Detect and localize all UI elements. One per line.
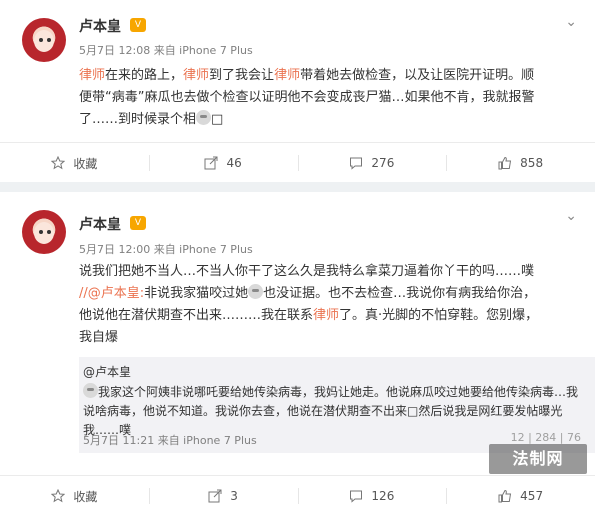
avatar[interactable] bbox=[22, 210, 66, 254]
author-name[interactable]: 卢本皇 bbox=[79, 214, 121, 234]
like-button[interactable]: 858 bbox=[446, 143, 595, 183]
highlight-keyword: 律师 bbox=[183, 68, 210, 83]
author-name[interactable]: 卢本皇 bbox=[79, 16, 121, 36]
post-meta: 5月7日 12:08 来自 iPhone 7 Plus bbox=[79, 44, 253, 57]
quoted-meta: 5月7日 11:21 来自 iPhone 7 Plus bbox=[83, 434, 257, 447]
thumbs-up-icon bbox=[498, 156, 512, 170]
favorite-button[interactable]: 收藏 bbox=[0, 143, 149, 183]
highlight-keyword: 律师 bbox=[274, 68, 301, 83]
post-text: 律师在来的路上，律师到了我会让律师带着她去做检查，以及让医院开证明。顺 便带“病… bbox=[79, 65, 579, 131]
quoted-author-link[interactable]: @卢本皇 bbox=[83, 363, 131, 380]
repost-button[interactable]: 46 bbox=[148, 143, 298, 183]
emoji-icon bbox=[83, 383, 98, 398]
text-segment: 在来的路上， bbox=[105, 68, 184, 83]
star-icon bbox=[51, 156, 66, 170]
repost-button[interactable]: 3 bbox=[148, 476, 298, 516]
post-text-line-3: 了……到时候录个相 □ bbox=[79, 110, 224, 127]
vip-badge-icon: V bbox=[130, 18, 146, 32]
post-card-1: 卢本皇 V 5月7日 12:08 来自 iPhone 7 Plus ⌄ 律师在来… bbox=[0, 0, 595, 182]
like-button[interactable]: 457 bbox=[446, 476, 595, 516]
text-segment: 带着她去做检查，以及让医院开证明。顺 bbox=[300, 68, 535, 83]
post-text: 说我们把她不当人…不当人你干了这么久是我特么拿菜刀逼着你丫干的吗……噗 //@卢… bbox=[79, 261, 579, 349]
star-icon bbox=[51, 489, 66, 503]
mention-link[interactable]: //@卢本皇: bbox=[79, 286, 144, 301]
post-text-line-3: 他说他在潜伏期查不出来………我在联系律师了。真·光脚的不怕穿鞋。您别爆， bbox=[79, 308, 539, 323]
quoted-stats: 12 | 284 | 76 bbox=[510, 431, 581, 444]
post-card-2: 卢本皇 V 5月7日 12:00 来自 iPhone 7 Plus ⌄ 说我们把… bbox=[0, 192, 595, 516]
post-text-line-1: 说我们把她不当人…不当人你干了这么久是我特么拿菜刀逼着你丫干的吗……噗 bbox=[79, 264, 535, 279]
watermark-logo: 法制网 bbox=[489, 444, 587, 474]
thumbs-up-icon bbox=[498, 489, 512, 503]
post-text-line-2: 便带“病毒”麻瓜也去做个检查以证明他不会变成丧尸猫…如果他不肯，我就报警 bbox=[79, 90, 535, 105]
share-icon bbox=[208, 489, 222, 503]
emoji-icon bbox=[248, 284, 264, 299]
comment-icon bbox=[350, 490, 363, 503]
post-text-line-2: //@卢本皇:非说我家猫咬过她 也没证据。也不去检查…我说你有病我给你治， bbox=[79, 284, 537, 301]
emoji-icon bbox=[196, 110, 212, 125]
quoted-post[interactable]: @卢本皇 我家这个阿姨非说哪吒要给她传染病毒，我妈让她走。他说麻瓜咬过她要给他传… bbox=[79, 357, 595, 453]
comment-icon bbox=[350, 157, 363, 170]
text-segment: 到了我会让 bbox=[209, 68, 275, 83]
post-text-line-4: 我自爆 bbox=[79, 330, 119, 345]
action-bar: 收藏 46 276 858 bbox=[0, 142, 595, 183]
comment-button[interactable]: 126 bbox=[297, 476, 447, 516]
avatar[interactable] bbox=[22, 18, 66, 62]
comment-button[interactable]: 276 bbox=[297, 143, 447, 183]
vip-badge-icon: V bbox=[130, 216, 146, 230]
favorite-button[interactable]: 收藏 bbox=[0, 476, 149, 516]
action-bar: 收藏 3 126 457 bbox=[0, 475, 595, 516]
chevron-down-icon[interactable]: ⌄ bbox=[565, 208, 577, 224]
share-icon bbox=[204, 156, 218, 170]
chevron-down-icon[interactable]: ⌄ bbox=[565, 14, 577, 30]
post-text-line-1: 律师在来的路上，律师到了我会让律师带着她去做检查，以及让医院开证明。顺 bbox=[79, 65, 579, 87]
post-meta: 5月7日 12:00 来自 iPhone 7 Plus bbox=[79, 243, 253, 256]
highlight-keyword: 律师 bbox=[79, 68, 106, 83]
